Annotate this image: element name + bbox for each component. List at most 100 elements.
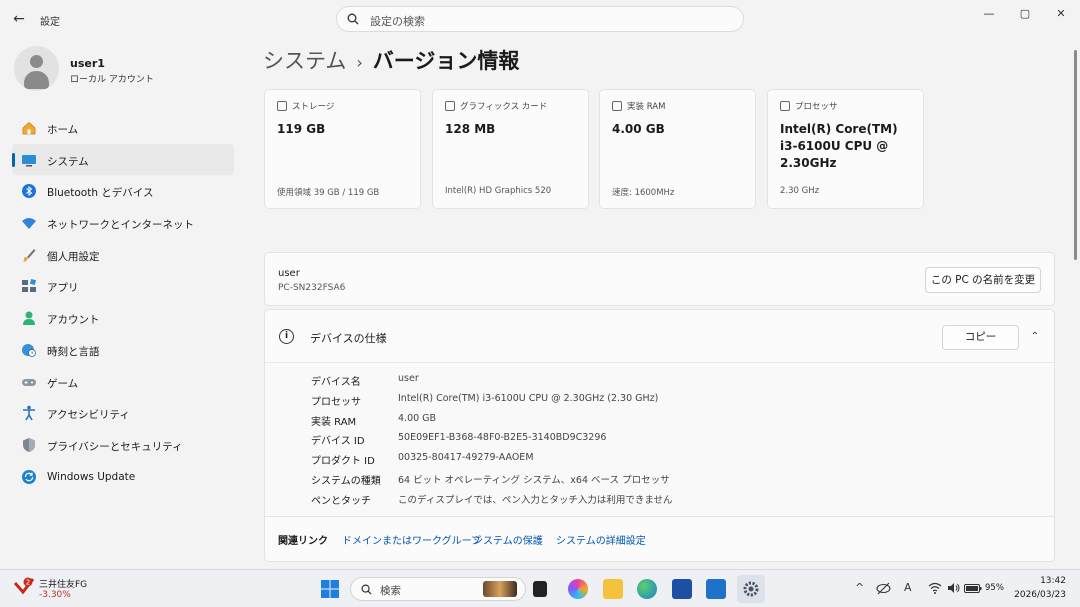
account-type: ローカル アカウント — [70, 75, 154, 85]
battery-icon[interactable] — [964, 584, 982, 593]
device-specs-title: デバイスの仕様 — [310, 332, 387, 345]
device-name-panel: user PC-SN232FSA6 この PC の名前を変更 — [264, 252, 1055, 306]
spec-value: Intel(R) Core(TM) i3-6100U CPU @ 2.30GHz… — [398, 392, 659, 404]
spec-label: デバイス ID — [311, 436, 365, 448]
breadcrumb: システム › バージョン情報 — [263, 45, 519, 75]
settings-search-input[interactable]: 設定の検索 — [336, 6, 744, 32]
clock-time[interactable]: 13:42 — [1040, 576, 1066, 586]
card-sub: Intel(R) HD Graphics 520 — [445, 186, 552, 196]
battery-percent: 95% — [985, 583, 1004, 593]
card-value: 119 GB — [277, 122, 326, 136]
minimize-button[interactable]: — — [972, 4, 1006, 24]
spec-label: システムの種類 — [311, 476, 381, 487]
volume-icon[interactable] — [947, 582, 961, 594]
sidebar-item-home[interactable]: ホーム — [12, 112, 234, 144]
card-value: Intel(R) Core(TM) i3-6100U CPU @ 2.30GHz — [780, 122, 898, 170]
breadcrumb-parent[interactable]: システム — [263, 49, 346, 73]
sidebar-item-accounts[interactable]: アカウント — [12, 302, 234, 334]
sidebar-item-gaming[interactable]: ゲーム — [12, 366, 234, 398]
maximize-button[interactable]: ▢ — [1008, 4, 1042, 24]
close-button[interactable]: ✕ — [1044, 4, 1078, 24]
sidebar-item-windows-update[interactable]: Windows Update — [12, 461, 234, 493]
ram-card: 実装 RAM 4.00 GB 速度: 1600MHz — [599, 89, 756, 209]
info-icon: i — [279, 329, 294, 344]
tray-overflow-icon[interactable]: ^ — [855, 581, 864, 594]
spec-value: user — [398, 373, 419, 384]
avatar-body-icon — [24, 71, 49, 89]
domain-workgroup-link[interactable]: ドメインまたはワークグループ — [342, 532, 481, 547]
chevron-up-icon[interactable]: ⌃ — [1028, 330, 1042, 344]
sidebar-item-personalization[interactable]: 個人用設定 — [12, 239, 234, 271]
ime-indicator[interactable]: A — [904, 581, 912, 594]
page-title: バージョン情報 — [372, 49, 520, 73]
stock-trend-icon[interactable]: 2 — [14, 577, 34, 597]
sidebar-item-privacy[interactable]: プライバシーとセキュリティ — [12, 429, 234, 461]
sidebar-item-apps[interactable]: アプリ — [12, 270, 234, 302]
outlook-icon[interactable] — [706, 579, 726, 599]
device-specs-header[interactable]: i デバイスの仕様 コピー ⌃ — [264, 309, 1055, 363]
sidebar-item-accessibility[interactable]: アクセシビリティ — [12, 397, 234, 429]
scrollbar[interactable] — [1074, 50, 1077, 260]
spec-label: プロダクト ID — [311, 456, 375, 468]
sidebar-item-time-language[interactable]: 時刻と言語 — [12, 334, 234, 366]
card-value: 4.00 GB — [612, 122, 665, 136]
settings-taskbar-icon[interactable] — [737, 575, 765, 603]
taskbar-search[interactable]: 検索 — [350, 577, 526, 601]
gear-icon — [743, 581, 759, 597]
card-title: ストレージ — [292, 102, 335, 112]
processor-card: プロセッサ Intel(R) Core(TM) i3-6100U CPU @ 2… — [767, 89, 924, 209]
shield-icon — [23, 437, 35, 452]
wifi-icon[interactable] — [928, 582, 942, 594]
search-placeholder: 設定の検索 — [370, 15, 425, 28]
sidebar-item-label: Bluetooth とデバイス — [47, 187, 154, 200]
spec-label: デバイス名 — [311, 377, 361, 388]
card-value: 128 MB — [445, 122, 496, 136]
copy-button[interactable]: コピー — [942, 325, 1019, 350]
edge-icon[interactable] — [637, 579, 657, 599]
cpu-icon — [780, 101, 790, 111]
spec-value: このディスプレイでは、ペン入力とタッチ入力は利用できません — [398, 494, 673, 506]
store-icon[interactable] — [672, 579, 692, 599]
spec-value: 50E09EF1-B368-48F0-B2E5-3140BD9C3296 — [398, 432, 607, 444]
sidebar-item-label: システム — [47, 155, 89, 168]
brush-icon — [23, 248, 36, 262]
spec-value: 00325-80417-49279-AAOEM — [398, 452, 534, 464]
hidden-eye-icon[interactable] — [876, 582, 891, 595]
breadcrumb-separator-icon: › — [356, 53, 363, 72]
user-name: user1 — [70, 57, 105, 70]
app-title: 設定 — [40, 17, 60, 28]
sidebar-item-label: ネットワークとインターネット — [47, 219, 194, 232]
spec-value: 64 ビット オペレーティング システム、x64 ベース プロセッサ — [398, 475, 670, 486]
avatar[interactable] — [14, 46, 59, 91]
copilot-icon[interactable] — [568, 579, 588, 599]
storage-card: ストレージ 119 GB 使用領域 39 GB / 119 GB — [264, 89, 421, 209]
search-icon — [361, 584, 372, 595]
graphics-card: グラフィックス カード 128 MB Intel(R) HD Graphics … — [432, 89, 589, 209]
gamepad-icon — [22, 378, 36, 386]
stock-change: -3.30% — [39, 590, 71, 600]
taskbar: 2 三井住友FG -3.30% 検索 ^ A 95% 13:42 2026/03… — [0, 569, 1080, 607]
sidebar-item-label: 時刻と言語 — [47, 345, 100, 358]
sidebar-item-network[interactable]: ネットワークとインターネット — [12, 207, 234, 239]
task-view-icon[interactable] — [533, 581, 547, 597]
device-specs-body: デバイス名 user プロセッサ Intel(R) Core(TM) i3-61… — [264, 362, 1055, 517]
sidebar-item-bluetooth[interactable]: Bluetooth とデバイス — [12, 175, 234, 207]
sidebar-item-system[interactable]: システム — [12, 143, 234, 176]
taskbar-search-label: 検索 — [380, 585, 401, 597]
spec-value: 4.00 GB — [398, 412, 437, 424]
related-links-label: 関連リンク — [278, 536, 328, 547]
windows-start-icon[interactable] — [320, 579, 340, 599]
back-button[interactable]: ← — [8, 8, 30, 30]
spec-label: プロセッサ — [311, 396, 361, 408]
system-protection-link[interactable]: システムの保護 — [473, 532, 543, 547]
avatar-head-icon — [30, 55, 43, 68]
sidebar-item-label: Windows Update — [47, 470, 136, 483]
advanced-system-settings-link[interactable]: システムの詳細設定 — [556, 532, 646, 547]
rename-pc-button[interactable]: この PC の名前を変更 — [925, 267, 1041, 293]
file-explorer-icon[interactable] — [603, 579, 623, 599]
storage-icon — [277, 101, 287, 111]
search-highlight-image — [483, 581, 517, 597]
spec-label: 実装 RAM — [311, 416, 357, 428]
globe-clock-icon — [22, 343, 36, 357]
clock-date[interactable]: 2026/03/23 — [1014, 590, 1066, 600]
